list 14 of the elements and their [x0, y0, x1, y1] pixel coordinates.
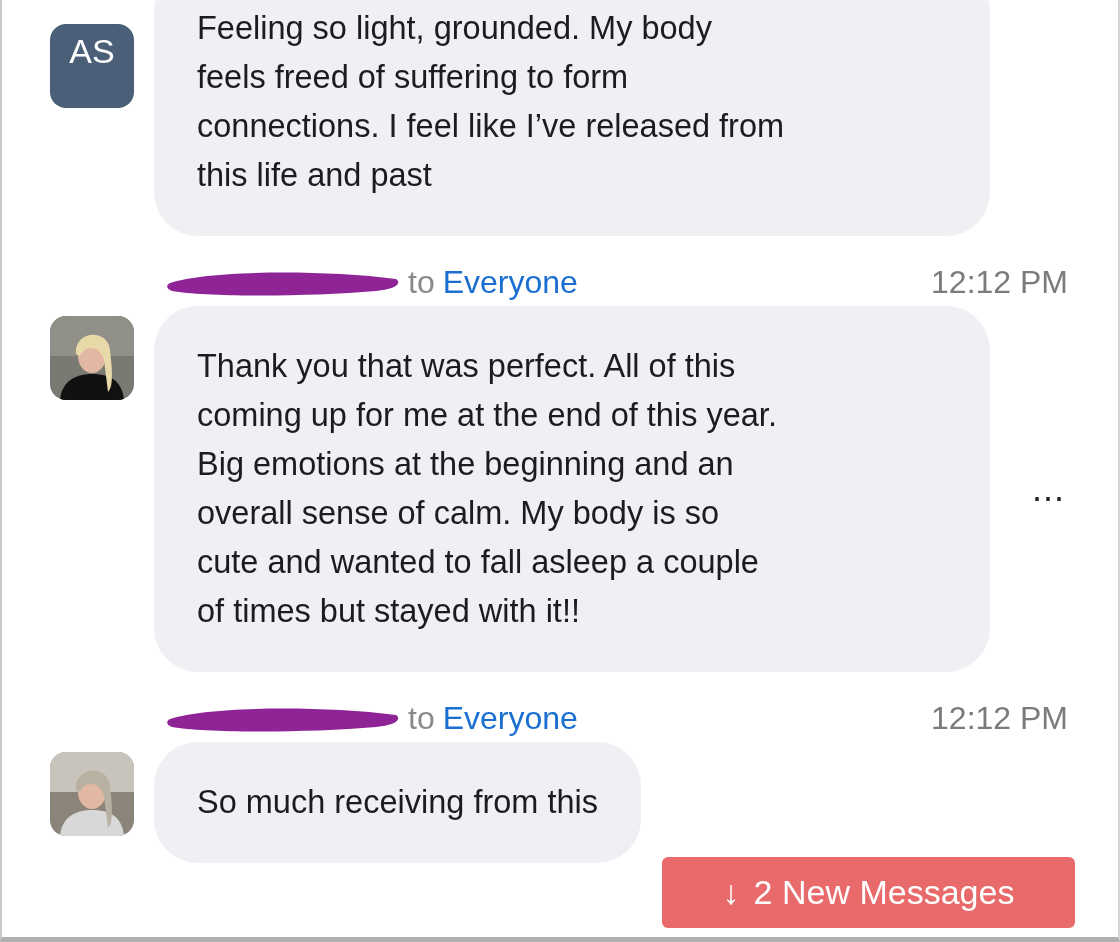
more-button[interactable]: ... — [1032, 468, 1065, 510]
down-arrow-icon: ↓ — [722, 873, 740, 912]
new-messages-button[interactable]: ↓ 2 New Messages — [662, 857, 1075, 928]
to-label: to — [408, 263, 435, 301]
message-time: 12:12 PM — [931, 263, 1068, 301]
recipient-link[interactable]: Everyone — [442, 699, 578, 737]
to-label: to — [408, 699, 435, 737]
message-bubble: So much receiving from this — [154, 742, 641, 863]
message-bubble: Feeling so light, grounded. My body feels freed of suffering to form connections. I feel like I’ve released from this life and past — [154, 0, 990, 236]
avatar: AS — [50, 24, 134, 108]
new-messages-label: 2 New Messages — [753, 873, 1015, 912]
message-time: 12:12 PM — [931, 699, 1068, 737]
message-bubble: Thank you that was perfect. All of this coming up for me at the end of this year. Big emotions at the beginning and an overall sense of calm. My body is so cute and wanted to fall asleep a couple of times but stayed with it!! — [154, 306, 990, 672]
recipient-link[interactable]: Everyone — [442, 263, 578, 301]
